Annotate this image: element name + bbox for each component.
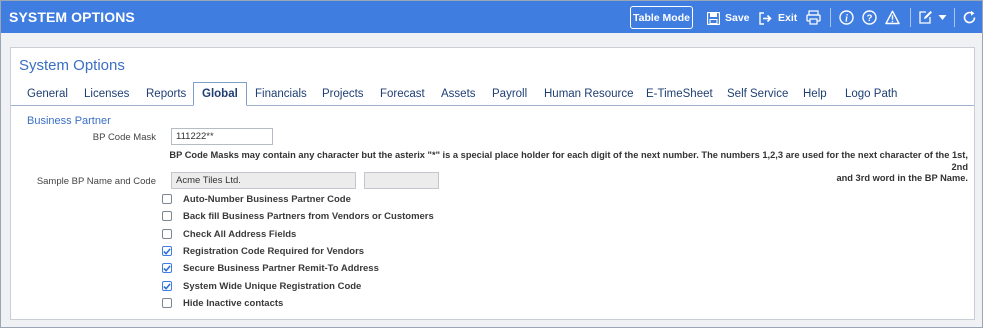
option-label: Secure Business Partner Remit-To Address [183,262,379,274]
option-auto-number[interactable]: Auto-Number Business Partner Code [162,192,351,206]
refresh-icon[interactable] [962,10,977,25]
checkbox[interactable] [162,194,172,204]
checkbox[interactable] [162,298,172,308]
svg-text:?: ? [867,13,873,24]
checkbox-checked[interactable] [162,246,172,256]
edit-icon[interactable] [918,10,933,25]
checkbox[interactable] [162,229,172,239]
warning-icon[interactable] [885,10,900,25]
exit-button[interactable]: Exit [759,10,797,26]
toolbar-divider [910,8,911,27]
tab-forecast[interactable]: Forecast [380,88,425,100]
tab-global[interactable]: Global [193,82,247,106]
table-mode-button[interactable]: Table Mode [630,6,693,29]
bp-code-mask-label: BP Code Mask [92,132,156,143]
header-bar: SYSTEM OPTIONS Table Mode Save Exit i ? [1,1,982,33]
tab-payroll[interactable]: Payroll [492,88,527,100]
save-button[interactable]: Save [707,10,750,26]
tab-financials[interactable]: Financials [255,88,307,100]
option-label: Auto-Number Business Partner Code [183,193,351,205]
help-icon[interactable]: ? [862,10,877,25]
app-title: SYSTEM OPTIONS [9,9,135,25]
tab-bar: General Licenses Reports Global Financia… [11,82,974,106]
tab-self-service[interactable]: Self Service [727,88,788,100]
tab-human-resource[interactable]: Human Resource [544,88,633,100]
tab-reports[interactable]: Reports [146,88,186,100]
chevron-down-icon[interactable] [938,13,947,22]
option-label: Back fill Business Partners from Vendors… [183,210,434,222]
tab-projects[interactable]: Projects [322,88,364,100]
check-icon [163,282,171,290]
option-registration-required[interactable]: Registration Code Required for Vendors [162,244,364,258]
print-icon[interactable] [806,10,821,25]
option-back-fill[interactable]: Back fill Business Partners from Vendors… [162,209,434,223]
save-label: Save [725,12,750,24]
toolbar-divider [830,8,831,27]
option-label: Hide Inactive contacts [183,297,284,309]
hint-line-1: BP Code Masks may contain any character … [169,150,968,172]
section-title: Business Partner [27,115,111,127]
checkbox-checked[interactable] [162,263,172,273]
sample-bp-code-field [364,172,439,189]
save-icon [707,11,720,25]
page-title: System Options [19,57,125,74]
option-unique-registration[interactable]: System Wide Unique Registration Code [162,279,361,293]
tab-logo-path[interactable]: Logo Path [845,88,897,100]
system-options-panel: System Options General Licenses Reports … [10,47,975,320]
sample-bp-name-field [171,172,356,189]
tab-general[interactable]: General [27,88,68,100]
window-frame: SYSTEM OPTIONS Table Mode Save Exit i ? … [0,0,983,328]
checkbox[interactable] [162,211,172,221]
toolbar-divider [954,8,955,27]
check-icon [163,247,171,255]
info-icon[interactable]: i [839,10,854,25]
option-label: Registration Code Required for Vendors [183,245,365,257]
check-icon [163,264,171,272]
option-label: Check All Address Fields [183,228,297,240]
exit-label: Exit [778,12,798,24]
option-hide-inactive[interactable]: Hide Inactive contacts [162,296,283,310]
svg-text:i: i [845,13,848,24]
tab-e-timesheet[interactable]: E-TimeSheet [646,88,713,100]
tab-licenses[interactable]: Licenses [84,88,129,100]
checkbox-checked[interactable] [162,281,172,291]
tab-assets[interactable]: Assets [441,88,476,100]
exit-icon [759,11,772,25]
sample-bp-label: Sample BP Name and Code [36,176,156,187]
option-label: System Wide Unique Registration Code [183,280,362,292]
tab-help[interactable]: Help [803,88,827,100]
bp-code-mask-input[interactable] [171,128,273,145]
option-secure-remit-to[interactable]: Secure Business Partner Remit-To Address [162,261,379,275]
option-check-address[interactable]: Check All Address Fields [162,227,296,241]
